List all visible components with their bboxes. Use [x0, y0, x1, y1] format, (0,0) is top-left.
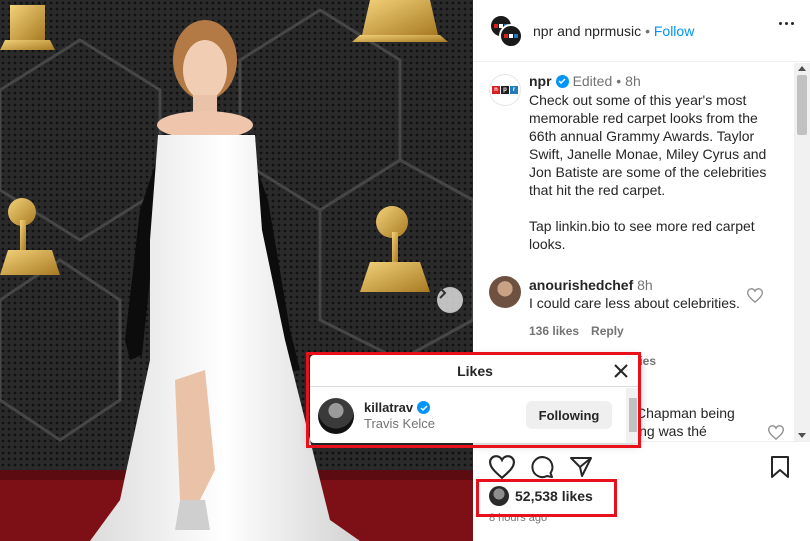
- comment-likes-count[interactable]: 136 likes: [529, 322, 579, 340]
- verified-badge-icon: [417, 401, 431, 414]
- scrollbar-thumb: [797, 75, 807, 135]
- comment-text: I could care less about celebrities.: [529, 295, 740, 311]
- likes-modal-title: Likes: [457, 362, 493, 379]
- post-timestamp: 8 hours ago: [489, 512, 548, 524]
- likes-summary[interactable]: 52,538 likes: [489, 486, 593, 506]
- header-separator: •: [645, 22, 650, 39]
- comment-time: 8h: [637, 277, 653, 293]
- caption-meta: npr Edited • 8h: [529, 71, 779, 91]
- author-connector: and: [557, 22, 581, 39]
- liker-row: killatrav Travis Kelce Following: [310, 388, 626, 443]
- share-send-icon[interactable]: [569, 455, 593, 479]
- post-authors: npr and nprmusic • Follow: [533, 23, 694, 39]
- chevron-right-icon: [439, 287, 447, 299]
- collab-avatars[interactable]: [489, 13, 523, 48]
- nprmusic-avatar-small: [499, 23, 523, 48]
- following-button[interactable]: Following: [526, 401, 612, 429]
- npr-logo: n p r: [492, 86, 518, 94]
- caption-dot: •: [616, 73, 622, 89]
- liker-fullname: Travis Kelce: [364, 415, 436, 431]
- post-header: npr and nprmusic • Follow: [473, 0, 810, 62]
- likes-modal-header: Likes: [310, 355, 640, 387]
- likes-modal: Likes killatrav Travis Kelce Following: [310, 355, 640, 443]
- liker-profile-avatar[interactable]: [318, 397, 354, 434]
- liker-username[interactable]: killatrav: [364, 400, 413, 416]
- commenter-avatar[interactable]: [489, 276, 521, 308]
- caption-time: 8h: [625, 73, 641, 89]
- comments-scrollbar[interactable]: [794, 63, 810, 441]
- comment-username[interactable]: anourishedchef: [529, 277, 633, 293]
- carousel-next-button[interactable]: [437, 287, 463, 313]
- comment-like-heart-icon[interactable]: [747, 288, 763, 303]
- red-carpet-photo: [0, 0, 473, 541]
- likes-count[interactable]: 52,538 likes: [515, 488, 593, 504]
- verified-badge-icon: [555, 74, 569, 88]
- caption-paragraph-2: Tap linkin.bio to see more red carpet lo…: [529, 218, 755, 252]
- likes-modal-scrollbar[interactable]: [626, 388, 640, 443]
- follow-button[interactable]: Follow: [654, 23, 694, 39]
- npr-avatar[interactable]: n p r: [489, 74, 521, 106]
- liker-avatar: [489, 486, 509, 506]
- edited-label: Edited: [572, 73, 613, 89]
- author-nprmusic-link[interactable]: nprmusic: [584, 23, 641, 39]
- post-photo: [0, 0, 473, 541]
- comment-reply-button[interactable]: Reply: [591, 322, 624, 340]
- caption-text: Check out some of this year's most memor…: [529, 91, 779, 253]
- caption-username[interactable]: npr: [529, 72, 552, 90]
- post-actions-bar: 52,538 likes 8 hours ago: [473, 441, 810, 541]
- more-options-icon[interactable]: [779, 22, 794, 25]
- author-npr-link[interactable]: npr: [533, 23, 553, 39]
- comment-bubble-icon[interactable]: [530, 455, 554, 479]
- liker-info: killatrav Travis Kelce: [364, 400, 435, 432]
- post-panel: npr and nprmusic • Follow n p r npr Edit…: [473, 0, 810, 541]
- comment-like-heart-icon[interactable]: [768, 425, 784, 440]
- close-icon[interactable]: [612, 362, 630, 380]
- scroll-up-arrow-icon: [798, 66, 806, 71]
- like-heart-icon[interactable]: [489, 455, 515, 479]
- partial-comment-text: Chapman being ing was thé: [636, 405, 735, 439]
- scroll-down-arrow-icon: [798, 433, 806, 438]
- caption-paragraph-1: Check out some of this year's most memor…: [529, 92, 767, 198]
- save-bookmark-icon[interactable]: [770, 455, 790, 479]
